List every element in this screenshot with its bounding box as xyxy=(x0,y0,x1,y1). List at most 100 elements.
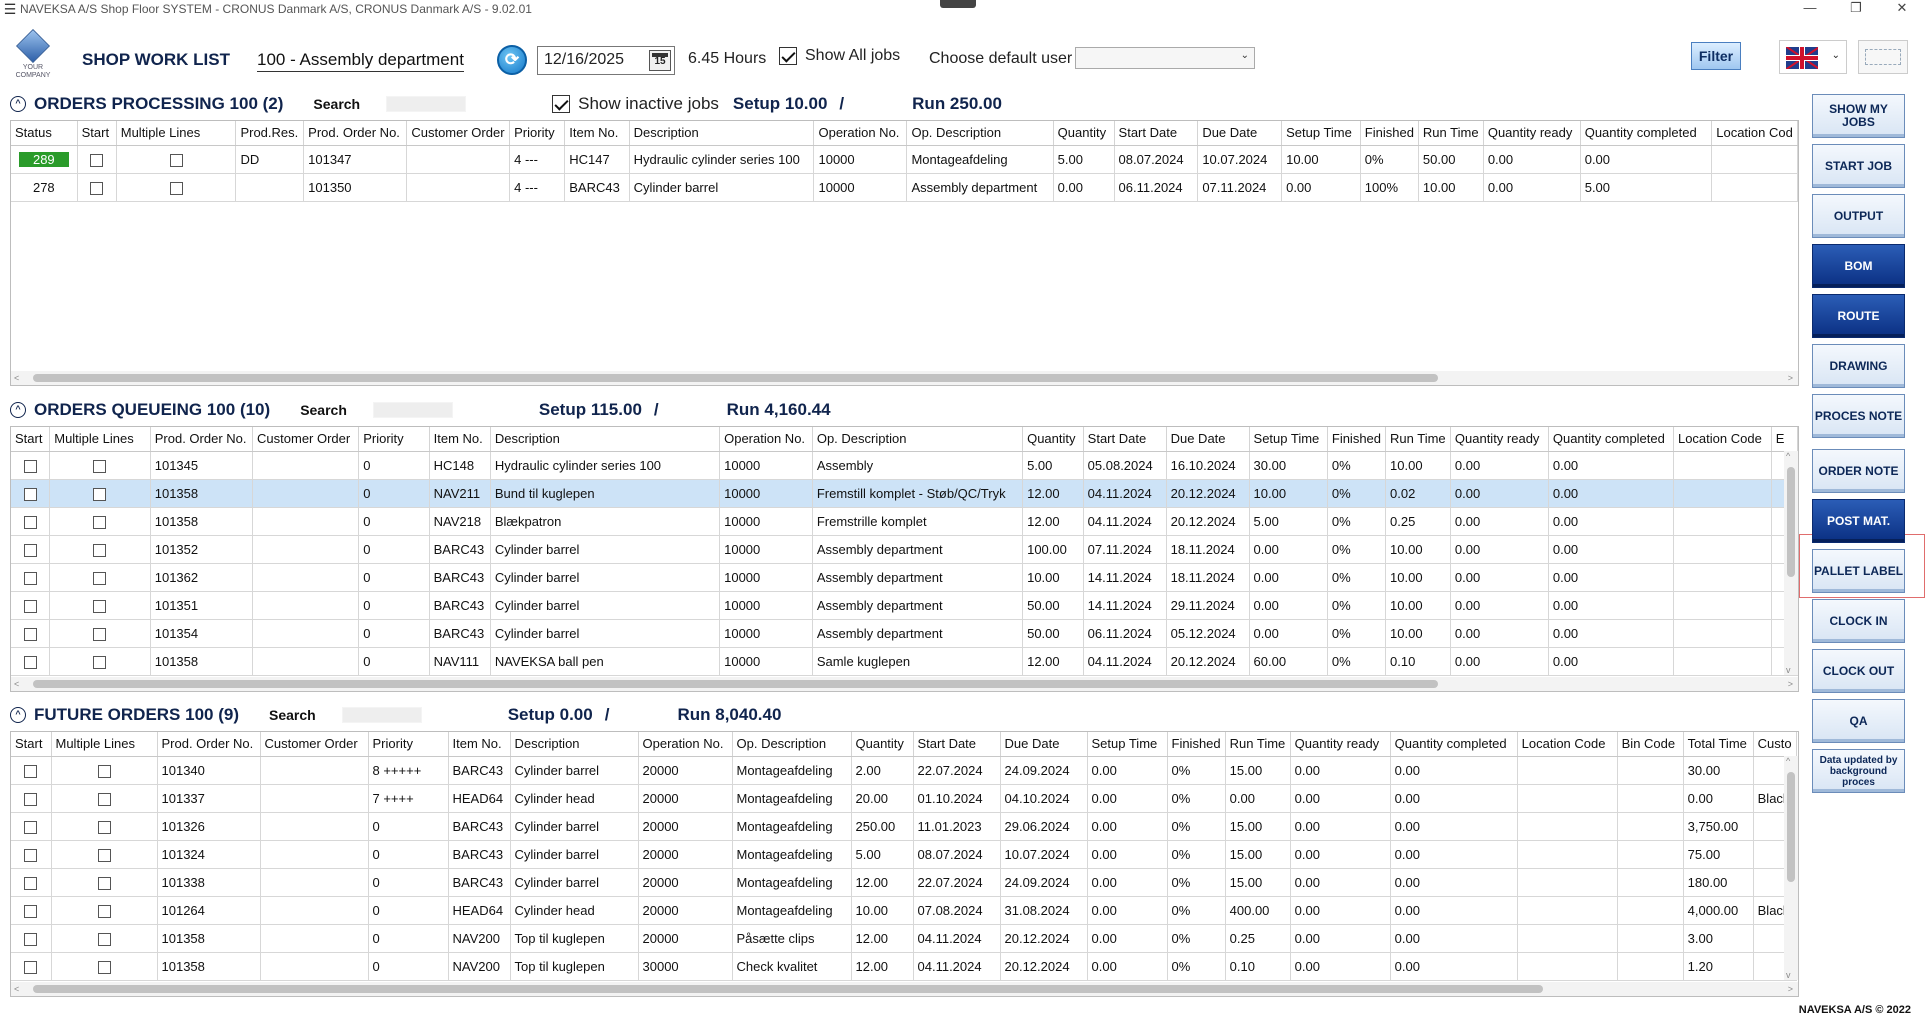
checkbox[interactable] xyxy=(93,627,107,641)
drag-handle[interactable] xyxy=(940,0,976,8)
checkbox[interactable] xyxy=(93,515,107,529)
queueing-search-input[interactable] xyxy=(372,402,453,418)
queueing-horizontal-scrollbar[interactable]: < > xyxy=(11,677,1798,691)
start-checkbox[interactable] xyxy=(11,591,51,620)
keyboard-icon[interactable] xyxy=(1858,40,1908,74)
column-header-description[interactable]: Description xyxy=(629,121,815,146)
table-row[interactable]: 101351 0 BARC43 Cylinder barrel 10000 Assembl… xyxy=(11,591,1798,620)
column-header-quantity-ready[interactable]: Quantity ready xyxy=(1450,427,1549,452)
multiple-lines-checkbox[interactable] xyxy=(51,868,158,897)
language-selector[interactable]: ⌄ xyxy=(1779,40,1847,74)
checkbox[interactable] xyxy=(97,820,111,834)
column-header-priority[interactable]: Priority xyxy=(358,427,430,452)
start-checkbox[interactable] xyxy=(11,784,52,813)
checkbox[interactable] xyxy=(97,904,111,918)
column-header-location-code[interactable]: Location Code xyxy=(1517,732,1618,757)
table-row[interactable]: 101358 0 NAV200 Top til kuglepen 20000 Påsætt… xyxy=(11,924,1797,953)
output-button[interactable]: OUTPUT xyxy=(1812,194,1905,238)
column-header-setup-time[interactable]: Setup Time xyxy=(1281,121,1361,146)
checkbox[interactable] xyxy=(97,876,111,890)
checkbox[interactable] xyxy=(24,848,38,862)
checkbox[interactable] xyxy=(90,181,104,195)
checkbox[interactable] xyxy=(93,571,107,585)
start-checkbox[interactable] xyxy=(11,507,51,536)
calendar-icon[interactable]: 15 xyxy=(649,50,671,71)
column-header-customer-order[interactable]: Customer Order xyxy=(406,121,511,146)
column-header-run-time[interactable]: Run Time xyxy=(1385,427,1451,452)
future-vertical-scrollbar[interactable]: ^ v xyxy=(1784,756,1798,980)
table-row[interactable]: 101264 0 HEAD64 Cylinder head 20000 Montageaf… xyxy=(11,896,1797,925)
column-header-status[interactable]: Status xyxy=(11,121,78,146)
checkbox[interactable] xyxy=(93,543,107,557)
table-row[interactable]: 101324 0 BARC43 Cylinder barrel 20000 Montage… xyxy=(11,840,1797,869)
start-checkbox[interactable] xyxy=(11,563,51,592)
minimize-icon[interactable]: — xyxy=(1787,0,1833,16)
queueing-vertical-scrollbar[interactable]: ^ v xyxy=(1784,451,1798,675)
checkbox[interactable] xyxy=(93,655,107,669)
column-header-location-code[interactable]: Location Code xyxy=(1673,427,1772,452)
column-header-priority[interactable]: Priority xyxy=(509,121,566,146)
checkbox[interactable] xyxy=(23,543,37,557)
route-button[interactable]: ROUTE xyxy=(1812,294,1905,338)
multiple-lines-checkbox[interactable] xyxy=(51,784,158,813)
processing-horizontal-scrollbar[interactable]: < > xyxy=(11,371,1798,385)
table-row[interactable]: 101354 0 BARC43 Cylinder barrel 10000 Assembl… xyxy=(11,619,1798,648)
multiple-lines-checkbox[interactable] xyxy=(49,535,151,564)
table-row[interactable]: 101362 0 BARC43 Cylinder barrel 10000 Assembl… xyxy=(11,563,1798,592)
checkbox[interactable] xyxy=(23,571,37,585)
multiple-lines-checkbox[interactable] xyxy=(49,507,151,536)
default-user-select[interactable]: ⌄ xyxy=(1075,47,1255,69)
start-checkbox[interactable] xyxy=(11,868,52,897)
pallet-label-button[interactable]: PALLET LABEL xyxy=(1812,549,1905,593)
checkbox[interactable] xyxy=(97,792,111,806)
column-header-quantity-completed[interactable]: Quantity completed xyxy=(1390,732,1518,757)
show-my-jobs-button[interactable]: SHOW MY JOBS xyxy=(1812,94,1905,138)
column-header-operation-no[interactable]: Operation No. xyxy=(813,121,908,146)
column-header-op-description[interactable]: Op. Description xyxy=(732,732,852,757)
checkbox[interactable] xyxy=(24,764,38,778)
checkbox[interactable] xyxy=(97,848,111,862)
column-header-quantity-ready[interactable]: Quantity ready xyxy=(1483,121,1581,146)
show-all-jobs-toggle[interactable]: Show All jobs xyxy=(779,47,900,65)
column-header-multiple-lines[interactable]: Multiple Lines xyxy=(49,427,151,452)
column-header-prod-order-no[interactable]: Prod. Order No. xyxy=(303,121,408,146)
table-row[interactable]: 101337 7 ++++ HEAD64 Cylinder head 20000 Mont… xyxy=(11,784,1797,813)
column-header-start[interactable]: Start xyxy=(77,121,117,146)
multiple-lines-checkbox[interactable] xyxy=(49,591,151,620)
checkbox[interactable] xyxy=(24,820,38,834)
show-inactive-checkbox[interactable] xyxy=(552,95,571,113)
start-job-button[interactable]: START JOB xyxy=(1812,144,1905,188)
multiple-lines-checkbox[interactable] xyxy=(116,173,237,202)
table-row[interactable]: 101358 0 NAV200 Top til kuglepen 30000 Check … xyxy=(11,952,1797,981)
refresh-icon[interactable]: ⟳ xyxy=(497,45,527,75)
column-header-description[interactable]: Description xyxy=(490,427,721,452)
order-note-button[interactable]: ORDER NOTE xyxy=(1812,449,1905,493)
column-header-location-cod[interactable]: Location Cod xyxy=(1711,121,1798,146)
multiple-lines-checkbox[interactable] xyxy=(49,479,151,508)
future-search-input[interactable] xyxy=(341,707,422,723)
checkbox[interactable] xyxy=(23,627,37,641)
column-header-customer-order[interactable]: Customer Order xyxy=(260,732,369,757)
drawing-button[interactable]: DRAWING xyxy=(1812,344,1905,388)
start-checkbox[interactable] xyxy=(11,619,51,648)
future-horizontal-scrollbar[interactable]: < > xyxy=(11,982,1798,996)
checkbox[interactable] xyxy=(24,792,38,806)
column-header-quantity-ready[interactable]: Quantity ready xyxy=(1290,732,1391,757)
start-checkbox[interactable] xyxy=(11,535,51,564)
checkbox[interactable] xyxy=(23,515,37,529)
column-header-quantity-completed[interactable]: Quantity completed xyxy=(1548,427,1674,452)
column-header-item-no[interactable]: Item No. xyxy=(564,121,630,146)
table-row[interactable]: 101345 0 HC148 Hydraulic cylinder series 10… xyxy=(11,451,1798,480)
date-input[interactable]: 12/16/2025 15 xyxy=(537,46,675,75)
table-row[interactable]: 101338 0 BARC43 Cylinder barrel 20000 Montage… xyxy=(11,868,1797,897)
data-updated-by-background-proces-button[interactable]: Data updated by background proces xyxy=(1812,749,1905,793)
multiple-lines-checkbox[interactable] xyxy=(51,840,158,869)
multiple-lines-checkbox[interactable] xyxy=(116,145,237,174)
column-header-run-time[interactable]: Run Time xyxy=(1225,732,1291,757)
column-header-finished[interactable]: Finished xyxy=(1360,121,1419,146)
column-header-finished[interactable]: Finished xyxy=(1327,427,1387,452)
checkbox[interactable] xyxy=(90,153,104,167)
filter-button[interactable]: Filter xyxy=(1691,42,1741,70)
multiple-lines-checkbox[interactable] xyxy=(51,896,158,925)
multiple-lines-checkbox[interactable] xyxy=(51,924,158,953)
